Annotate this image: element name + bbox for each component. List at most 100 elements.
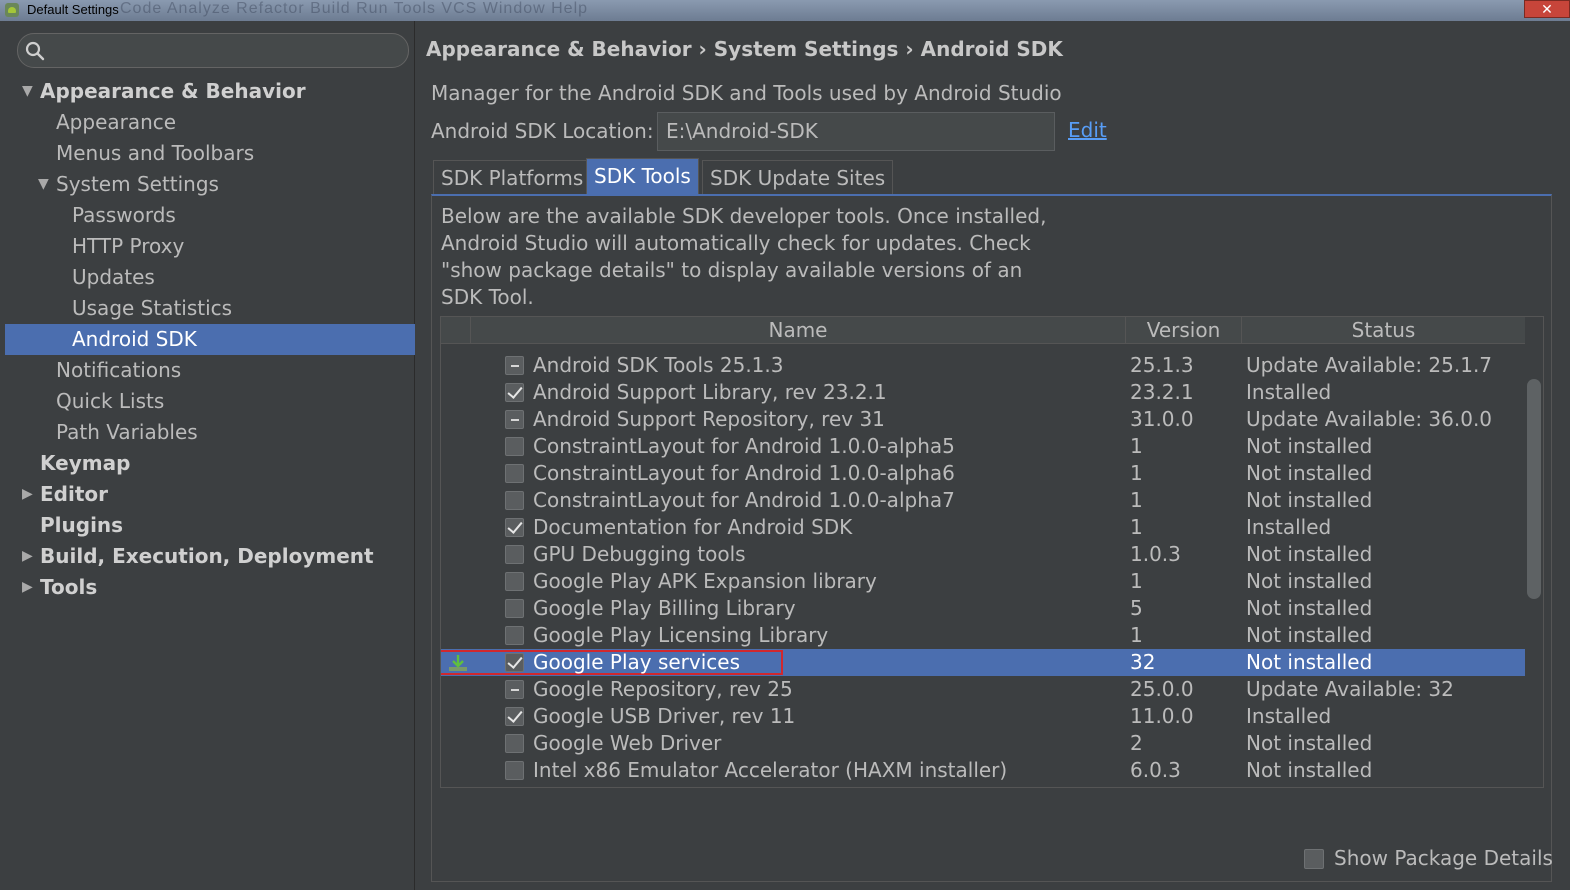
row-checkbox[interactable] (505, 599, 524, 618)
sidebar-item[interactable]: Notifications (5, 355, 415, 386)
sidebar-item[interactable]: Updates (5, 262, 415, 293)
column-header-icon (441, 317, 471, 344)
sidebar-item[interactable]: ▼ Appearance & Behavior (5, 76, 415, 107)
row-name: Google USB Driver, rev 11 (533, 704, 796, 728)
row-checkbox[interactable] (505, 410, 524, 429)
search-input[interactable] (54, 38, 394, 64)
row-status: Installed (1246, 515, 1332, 539)
collapsed-arrow-icon[interactable]: ▶ (22, 479, 38, 510)
edit-link[interactable]: Edit (1068, 118, 1107, 142)
row-status: Not installed (1246, 542, 1373, 566)
table-row[interactable]: Intel x86 Emulator Accelerator (HAXM ins… (441, 757, 1525, 784)
sdk-location-label: Android SDK Location: (431, 119, 654, 143)
expanded-arrow-icon[interactable]: ▼ (38, 169, 54, 200)
row-version: 1 (1130, 623, 1143, 647)
table-row[interactable]: GPU Debugging tools 1.0.3 Not installed (441, 541, 1525, 568)
row-status: Not installed (1246, 650, 1373, 674)
show-package-details-checkbox[interactable] (1304, 849, 1324, 869)
search-icon (24, 40, 46, 62)
row-checkbox[interactable] (505, 680, 524, 699)
tab-sdk-tools[interactable]: SDK Tools (586, 158, 699, 195)
column-header-version[interactable]: Version (1126, 317, 1242, 344)
collapsed-arrow-icon[interactable]: ▶ (22, 541, 38, 572)
table-row[interactable]: Google Play Licensing Library 1 Not instal… (441, 622, 1525, 649)
row-status: Not installed (1246, 623, 1373, 647)
column-header-status[interactable]: Status (1242, 317, 1525, 344)
sidebar-item[interactable]: Passwords (5, 200, 415, 231)
sidebar-item[interactable]: Android SDK (5, 324, 415, 355)
row-checkbox[interactable] (505, 464, 524, 483)
column-header-name[interactable]: Name (471, 317, 1126, 344)
tab-sdk-update-sites[interactable]: SDK Update Sites (702, 160, 894, 195)
row-version: 31.0.0 (1130, 407, 1194, 431)
sidebar-item[interactable]: ▶ Build, Execution, Deployment (5, 541, 415, 572)
close-button[interactable]: ✕ (1524, 0, 1570, 18)
sdk-location-field[interactable]: E:\Android-SDK (657, 112, 1055, 151)
tab-sdk-platforms[interactable]: SDK Platforms (433, 160, 592, 195)
row-status: Not installed (1246, 461, 1373, 485)
sidebar-item[interactable]: Quick Lists (5, 386, 415, 417)
row-checkbox[interactable] (505, 491, 524, 510)
table-row[interactable]: ConstraintLayout for Android 1.0.0-alpha… (441, 433, 1525, 460)
row-checkbox[interactable] (505, 437, 524, 456)
sidebar-item[interactable]: Usage Statistics (5, 293, 415, 324)
sidebar-item[interactable]: ▶ Editor (5, 479, 415, 510)
table-row[interactable]: Google Play Billing Library 5 Not installe… (441, 595, 1525, 622)
row-status: Not installed (1246, 731, 1373, 755)
table-row[interactable]: Android Support Repository, rev 31 31.0.0… (441, 406, 1525, 433)
sidebar-item[interactable]: Plugins (5, 510, 415, 541)
row-version: 1 (1130, 461, 1143, 485)
table-row[interactable]: Google Web Driver 2 Not installed (441, 730, 1525, 757)
sidebar-item-label: Tools (40, 575, 98, 599)
table-row[interactable]: Google Play APK Expansion library 1 Not in… (441, 568, 1525, 595)
table-row[interactable]: ConstraintLayout for Android 1.0.0-alpha… (441, 460, 1525, 487)
sidebar-item[interactable]: ▶ Tools (5, 572, 415, 603)
table-scrollbar[interactable] (1527, 379, 1541, 599)
sidebar-item-label: Appearance & Behavior (40, 79, 306, 103)
row-name: ConstraintLayout for Android 1.0.0-alpha… (533, 461, 955, 485)
sdk-tools-table: Name Version Status Android SDK Tools 25… (440, 316, 1544, 788)
table-row[interactable]: Google Play services 32 Not installed (441, 649, 1525, 676)
background-menu-bar: Code Analyze Refactor Build Run Tools VC… (120, 0, 589, 17)
row-checkbox[interactable] (505, 572, 524, 591)
row-checkbox[interactable] (505, 545, 524, 564)
table-row[interactable]: Documentation for Android SDK 1 Installed (441, 514, 1525, 541)
table-row[interactable]: ConstraintLayout for Android 1.0.0-alpha… (441, 487, 1525, 514)
row-checkbox[interactable] (505, 626, 524, 645)
sidebar-item[interactable]: Appearance (5, 107, 415, 138)
row-status: Not installed (1246, 434, 1373, 458)
table-row[interactable]: Android Support Library, rev 23.2.1 23.2.… (441, 379, 1525, 406)
row-version: 25.1.3 (1130, 353, 1194, 377)
sidebar-item-label: Notifications (56, 358, 182, 382)
row-version: 1.0.3 (1130, 542, 1181, 566)
table-row[interactable]: Google USB Driver, rev 11 11.0.0 Installed (441, 703, 1525, 730)
sidebar-item[interactable]: HTTP Proxy (5, 231, 415, 262)
row-checkbox[interactable] (505, 761, 524, 780)
sidebar-item-label: Passwords (72, 203, 176, 227)
row-checkbox[interactable] (505, 356, 524, 375)
expanded-arrow-icon[interactable]: ▼ (22, 76, 38, 107)
table-row[interactable]: Google Repository, rev 25 25.0.0 Update Av… (441, 676, 1525, 703)
sidebar-item-label: Android SDK (72, 327, 197, 351)
sidebar-item[interactable]: Keymap (5, 448, 415, 479)
collapsed-arrow-icon[interactable]: ▶ (22, 572, 38, 603)
sidebar-item[interactable]: Path Variables (5, 417, 415, 448)
row-name: Android Support Repository, rev 31 (533, 407, 885, 431)
sidebar-item-label: Quick Lists (56, 389, 165, 413)
show-package-details-label: Show Package Details (1334, 846, 1553, 870)
sidebar-item[interactable]: Menus and Toolbars (5, 138, 415, 169)
row-checkbox[interactable] (505, 707, 524, 726)
sidebar-item-label: HTTP Proxy (72, 234, 185, 258)
sidebar-item[interactable]: ▼ System Settings (5, 169, 415, 200)
table-row[interactable]: Android SDK Tools 25.1.3 25.1.3 Update Ava… (441, 352, 1525, 379)
row-checkbox[interactable] (505, 653, 524, 672)
row-checkbox[interactable] (505, 383, 524, 402)
search-box[interactable] (17, 33, 409, 68)
row-checkbox[interactable] (505, 734, 524, 753)
row-name: Intel x86 Emulator Accelerator (HAXM ins… (533, 758, 1008, 782)
row-checkbox[interactable] (505, 518, 524, 537)
row-status: Not installed (1246, 758, 1373, 782)
row-version: 2 (1130, 731, 1143, 755)
sidebar-item-label: System Settings (56, 172, 219, 196)
row-version: 5 (1130, 596, 1143, 620)
